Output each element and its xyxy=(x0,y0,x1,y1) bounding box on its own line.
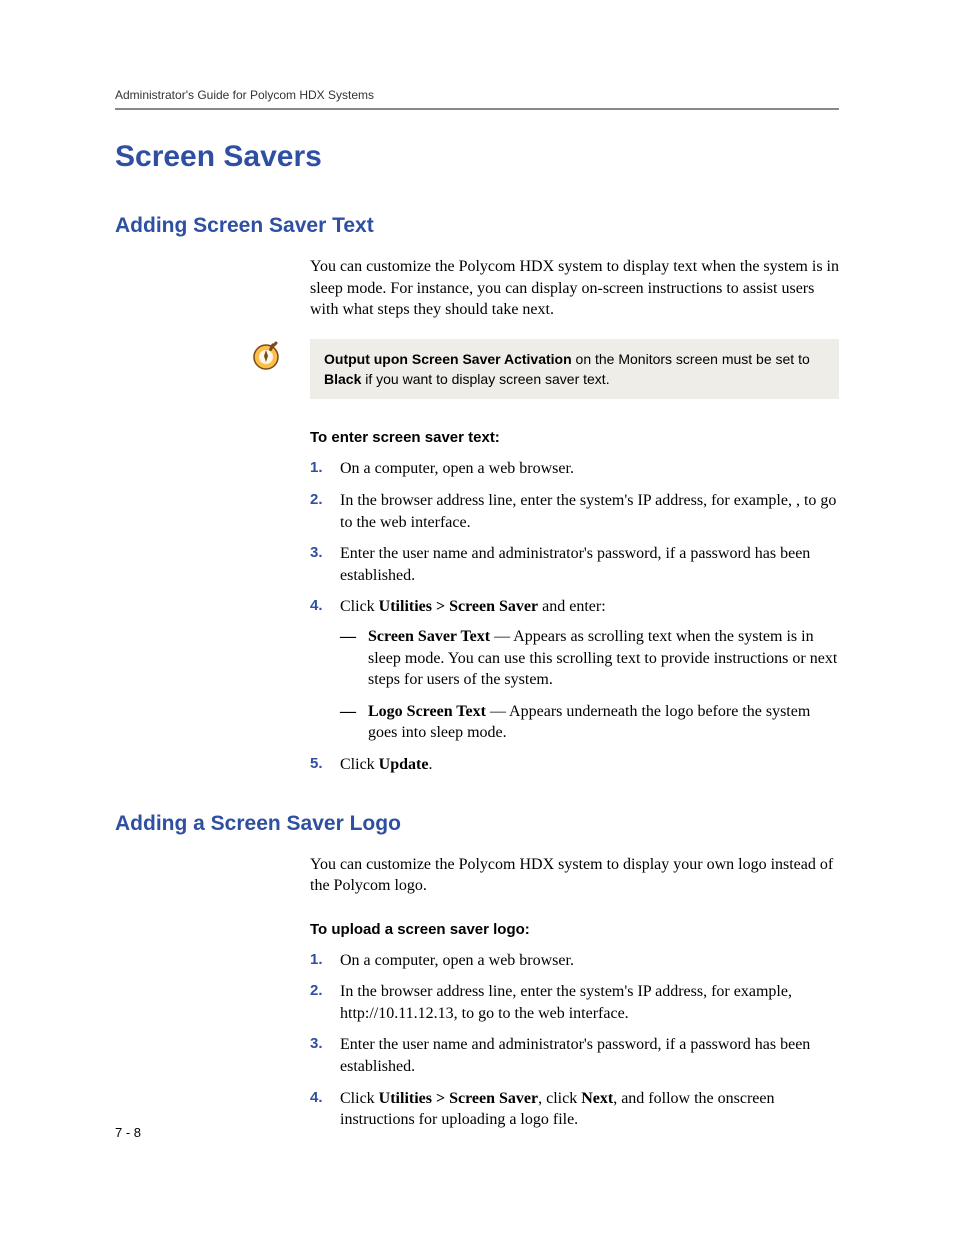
note-icon xyxy=(250,339,282,371)
step-2-2: In the browser address line, enter the s… xyxy=(310,981,839,1024)
section2-body: You can customize the Polycom HDX system… xyxy=(310,854,839,1131)
step-1-4c: and enter: xyxy=(538,598,606,615)
step-1-3: Enter the user name and administrator's … xyxy=(310,543,839,586)
page-container: Administrator's Guide for Polycom HDX Sy… xyxy=(0,0,954,1235)
page-title: Screen Savers xyxy=(115,140,839,174)
section1-intro: You can customize the Polycom HDX system… xyxy=(310,256,839,321)
sub-1-1-b: Screen Saver Text xyxy=(368,628,490,645)
step-2-4a: Click xyxy=(340,1090,379,1107)
note-box: Output upon Screen Saver Activation on t… xyxy=(310,339,839,400)
note-bold-1: Output upon Screen Saver Activation xyxy=(324,351,572,367)
page-number: 7 - 8 xyxy=(115,1125,141,1140)
procedure-title-2: To upload a screen saver logo: xyxy=(310,921,839,938)
note-row: Output upon Screen Saver Activation on t… xyxy=(115,339,839,400)
step-2-3: Enter the user name and administrator's … xyxy=(310,1034,839,1077)
section1-procedure: To enter screen saver text: On a compute… xyxy=(310,429,839,775)
step-1-2a: In the browser address line, enter the s… xyxy=(340,492,796,509)
sub-1-1: Screen Saver Text — Appears as scrolling… xyxy=(340,626,839,691)
step-2-4: Click Utilities > Screen Saver, click Ne… xyxy=(310,1088,839,1131)
section2-intro: You can customize the Polycom HDX system… xyxy=(310,854,839,897)
step-2-4d: Next xyxy=(581,1090,613,1107)
step-1-2: In the browser address line, enter the s… xyxy=(310,490,839,533)
step-1-5b: Update xyxy=(379,756,429,773)
step-1-5a: Click xyxy=(340,756,379,773)
sub-1-2-b: Logo Screen Text xyxy=(368,703,486,720)
procedure-title-1: To enter screen saver text: xyxy=(310,429,839,446)
note-text-mid: on the Monitors screen must be set to xyxy=(572,351,810,367)
heading-adding-screen-saver-text: Adding Screen Saver Text xyxy=(115,214,839,238)
steps-list-2: On a computer, open a web browser. In th… xyxy=(310,950,839,1131)
step-2-4b: Utilities > Screen Saver xyxy=(379,1090,538,1107)
note-bold-2: Black xyxy=(324,371,361,387)
step-1-4a: Click xyxy=(340,598,379,615)
step-1-4b: Utilities > Screen Saver xyxy=(379,598,538,615)
sub-1-2: Logo Screen Text — Appears underneath th… xyxy=(340,701,839,744)
step-1-4: Click Utilities > Screen Saver and enter… xyxy=(310,596,839,744)
header-rule xyxy=(115,108,839,110)
step-1-5c: . xyxy=(428,756,432,773)
step-2-1: On a computer, open a web browser. xyxy=(310,950,839,972)
step-2-4c: , click xyxy=(538,1090,581,1107)
running-header: Administrator's Guide for Polycom HDX Sy… xyxy=(115,88,839,102)
heading-adding-screen-saver-logo: Adding a Screen Saver Logo xyxy=(115,812,839,836)
steps-list-1: On a computer, open a web browser. In th… xyxy=(310,458,839,775)
step-1-1: On a computer, open a web browser. xyxy=(310,458,839,480)
step-1-5: Click Update. xyxy=(310,754,839,776)
sub-list-1: Screen Saver Text — Appears as scrolling… xyxy=(340,626,839,744)
note-text-tail: if you want to display screen saver text… xyxy=(361,371,609,387)
section1-body: You can customize the Polycom HDX system… xyxy=(310,256,839,321)
